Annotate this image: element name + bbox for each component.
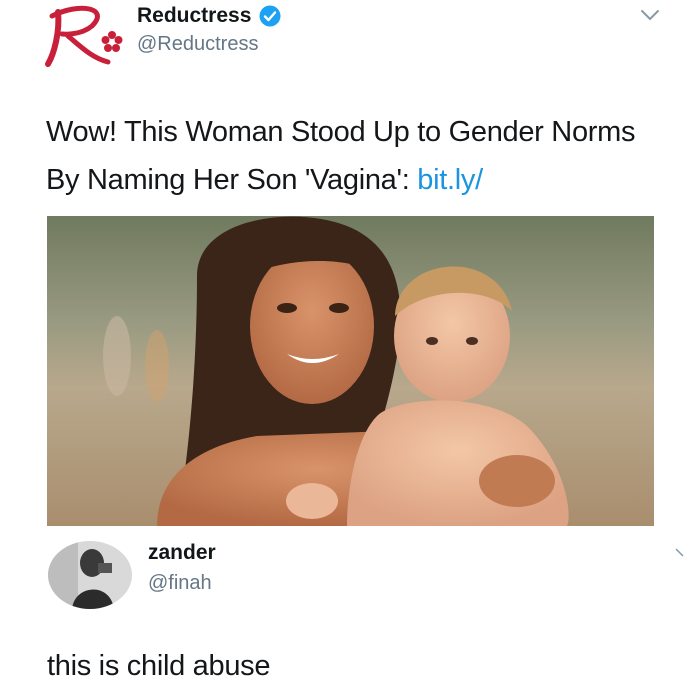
author-display-name[interactable]: Reductress <box>137 4 251 28</box>
tweet-text-body: Wow! This Woman Stood Up to Gender Norms… <box>46 116 636 196</box>
author-handle[interactable]: @Reductress <box>137 33 258 56</box>
chevron-down-icon[interactable] <box>675 548 687 558</box>
avatar[interactable] <box>48 541 132 609</box>
tweet-link[interactable]: bit.ly/ <box>417 164 483 196</box>
tweet-author[interactable]: Reductress <box>137 4 281 28</box>
reply-display-name[interactable]: zander <box>148 541 216 565</box>
chevron-down-icon[interactable] <box>640 8 660 22</box>
tweet-photo[interactable] <box>47 216 654 526</box>
tweet-text: Wow! This Woman Stood Up to Gender Norms… <box>46 108 666 204</box>
verified-badge-icon <box>259 5 281 27</box>
reductress-logo[interactable] <box>40 2 128 72</box>
reply-text: this is child abuse <box>47 650 271 682</box>
reply-handle[interactable]: @finah <box>148 572 212 595</box>
